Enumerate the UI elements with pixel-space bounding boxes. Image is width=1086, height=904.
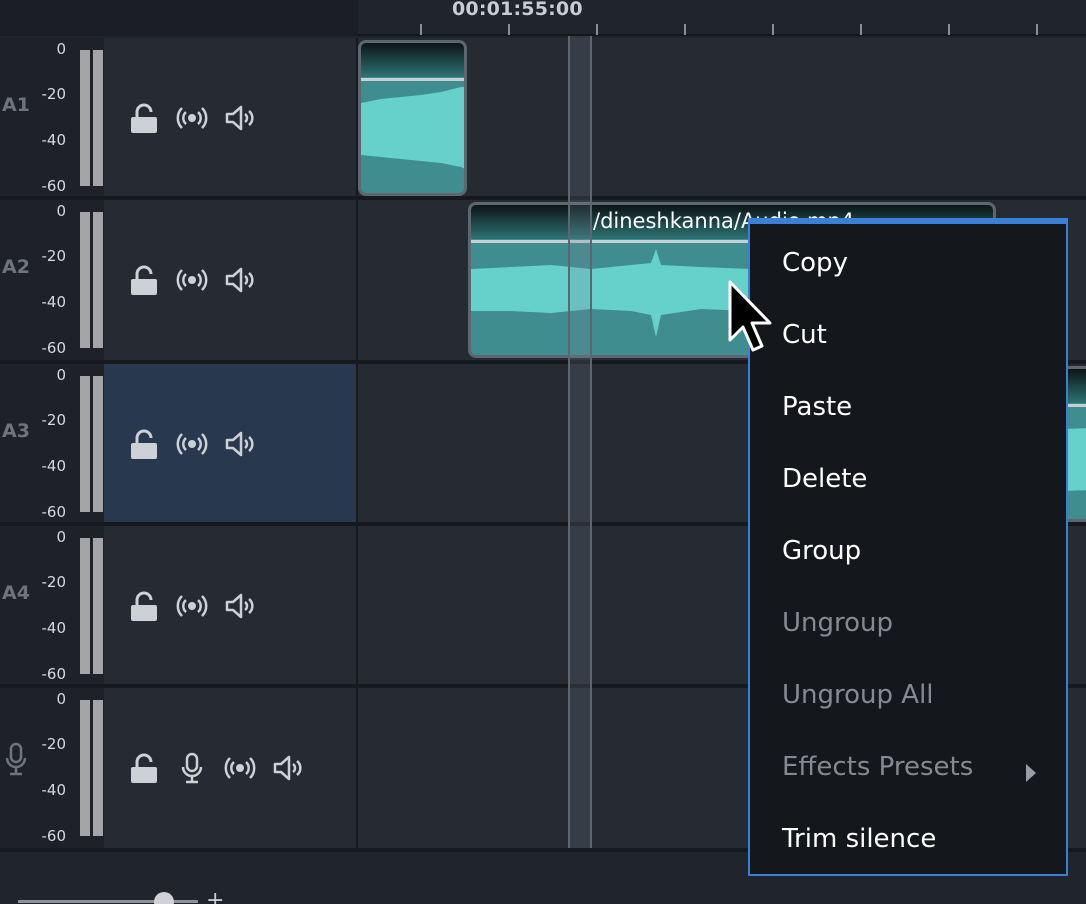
ruler-header-spacer — [0, 0, 358, 36]
zoom-in-icon[interactable]: + — [206, 888, 224, 904]
track-controls — [104, 38, 356, 198]
broadcast-icon[interactable] — [176, 264, 208, 296]
track-name: A4 — [2, 582, 30, 604]
speaker-icon[interactable] — [224, 428, 256, 460]
meter-scale-label: -40 — [41, 131, 67, 149]
meter-bar-right — [93, 212, 103, 348]
broadcast-icon[interactable] — [224, 752, 256, 784]
meter-bar-left — [80, 376, 90, 512]
audio-clip[interactable] — [358, 40, 467, 196]
timecode-label: 00:01:55:00 — [452, 0, 583, 20]
meter-bar-right — [93, 700, 103, 836]
speaker-icon[interactable] — [224, 590, 256, 622]
volume-meter: 0 -20 -40 -60 — [34, 38, 104, 198]
meter-scale-label: 0 — [56, 690, 66, 708]
broadcast-icon[interactable] — [176, 428, 208, 460]
meter-scale-label: -40 — [41, 457, 67, 475]
meter-scale-label: -20 — [41, 247, 67, 265]
meter-scale-label: -20 — [41, 573, 67, 591]
volume-meter: 0 -20 -40 -60 — [34, 688, 104, 848]
clip-header — [361, 43, 464, 77]
ruler-tick — [420, 24, 422, 35]
playhead[interactable] — [568, 36, 592, 848]
track-label: A2 — [0, 200, 34, 360]
lock-open-icon[interactable] — [128, 752, 160, 784]
ruler-tick — [596, 24, 598, 35]
meter-bar-right — [93, 538, 103, 674]
meter-bar-left — [80, 50, 90, 186]
track-name: A3 — [2, 420, 30, 442]
track-name: A1 — [2, 94, 30, 116]
track-label: A1 — [0, 38, 34, 198]
meter-scale-label: 0 — [56, 528, 66, 546]
menu-item-ungroup[interactable]: Ungroup — [782, 608, 893, 638]
track-controls-selected[interactable] — [104, 364, 356, 524]
meter-scale-label: 0 — [56, 40, 66, 58]
meter-scale-label: -60 — [41, 339, 67, 357]
track-label: A4 — [0, 526, 34, 686]
track-controls — [104, 526, 356, 686]
meter-scale-label: -40 — [41, 781, 67, 799]
meter-scale-label: -40 — [41, 293, 67, 311]
volume-meter: 0 -20 -40 -60 — [34, 200, 104, 360]
broadcast-icon[interactable] — [176, 590, 208, 622]
lock-open-icon[interactable] — [128, 264, 160, 296]
lock-open-icon[interactable] — [128, 590, 160, 622]
meter-scale-label: -60 — [41, 503, 67, 521]
ruler-tick — [1036, 24, 1038, 35]
clip-volume-line — [361, 78, 464, 81]
meter-bar-left — [80, 538, 90, 674]
mouse-pointer-icon — [728, 280, 772, 352]
volume-meter: 0 -20 -40 -60 — [34, 364, 104, 524]
ruler-tick — [684, 24, 686, 35]
meter-scale-label: -60 — [41, 665, 67, 683]
meter-bar-right — [93, 376, 103, 512]
chevron-right-icon — [1026, 764, 1036, 782]
meter-scale-label: 0 — [56, 366, 66, 384]
audio-track-a1: A1 0 -20 -40 -60 — [0, 38, 1086, 198]
track-lane[interactable] — [358, 38, 1086, 198]
menu-item-paste[interactable]: Paste — [782, 392, 852, 422]
meter-scale-label: 0 — [56, 202, 66, 220]
meter-scale-label: -20 — [41, 85, 67, 103]
meter-scale-label: -20 — [41, 735, 67, 753]
menu-item-delete[interactable]: Delete — [782, 464, 867, 494]
context-menu: Copy Cut Paste Delete Group Ungroup Ungr… — [748, 218, 1068, 876]
meter-bar-right — [93, 50, 103, 186]
waveform — [361, 87, 464, 169]
timeline-ruler[interactable]: 00:01:55:00 — [0, 0, 1086, 36]
meter-scale-label: -60 — [41, 827, 67, 845]
speaker-icon[interactable] — [224, 102, 256, 134]
meter-bar-left — [80, 212, 90, 348]
microphone-icon[interactable] — [176, 752, 208, 784]
track-name: A2 — [2, 256, 30, 278]
track-controls — [104, 688, 356, 848]
speaker-icon[interactable] — [224, 264, 256, 296]
meter-bar-left — [80, 700, 90, 836]
track-label: A3 — [0, 364, 34, 524]
meter-scale-label: -20 — [41, 411, 67, 429]
ruler-tick — [948, 24, 950, 35]
menu-item-effects-presets[interactable]: Effects Presets — [782, 752, 973, 782]
broadcast-icon[interactable] — [176, 102, 208, 134]
microphone-icon — [5, 742, 27, 776]
menu-item-cut[interactable]: Cut — [782, 320, 827, 350]
track-controls — [104, 200, 356, 360]
ruler-tick — [772, 24, 774, 35]
zoom-slider-knob[interactable] — [154, 892, 174, 904]
ruler-tick — [860, 24, 862, 35]
speaker-icon[interactable] — [272, 752, 304, 784]
lock-open-icon[interactable] — [128, 428, 160, 460]
volume-meter: 0 -20 -40 -60 — [34, 526, 104, 686]
meter-scale-label: -60 — [41, 177, 67, 195]
ruler-tick — [508, 24, 510, 35]
menu-item-copy[interactable]: Copy — [782, 248, 848, 278]
menu-item-group[interactable]: Group — [782, 536, 861, 566]
lock-open-icon[interactable] — [128, 102, 160, 134]
track-label — [0, 688, 34, 848]
meter-scale-label: -40 — [41, 619, 67, 637]
menu-item-trim-silence[interactable]: Trim silence — [782, 824, 936, 854]
menu-item-ungroup-all[interactable]: Ungroup All — [782, 680, 934, 710]
